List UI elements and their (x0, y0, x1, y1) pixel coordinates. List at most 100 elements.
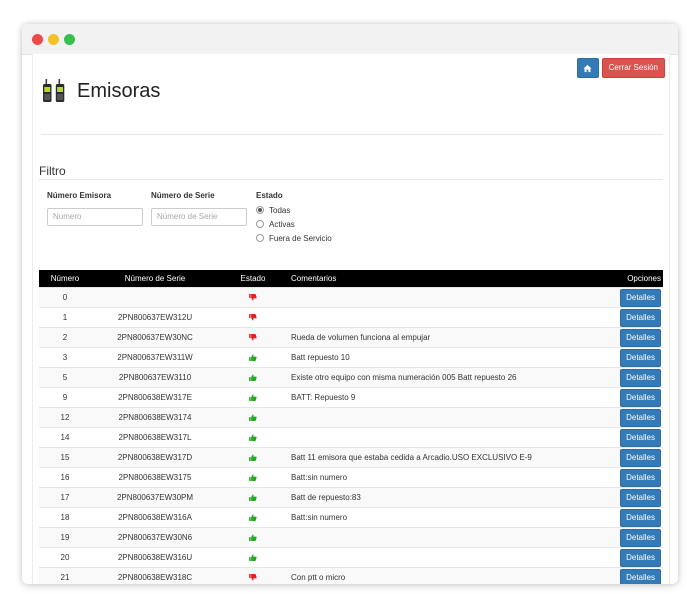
cell-comentario: BATT: Repuesto 9 (287, 387, 617, 408)
minimize-window-button[interactable] (48, 34, 59, 45)
cell-comentario: Existe otro equipo con misma numeración … (287, 367, 617, 388)
cell-opciones: Detalles (616, 507, 663, 528)
thumbs-up-icon (249, 474, 257, 482)
cell-serie: 2PN800638EW3175 (91, 467, 219, 488)
cell-numero: 3 (39, 347, 91, 368)
cell-numero: 2 (39, 327, 91, 348)
estado-option-todas[interactable]: Todas (256, 203, 332, 217)
cell-numero: 18 (39, 507, 91, 528)
radio-label: Fuera de Servicio (269, 233, 332, 243)
cell-serie: 2PN800637EW311W (91, 347, 219, 368)
estado-option-fuera-de-servicio[interactable]: Fuera de Servicio (256, 231, 332, 245)
detalles-button[interactable]: Detalles (620, 368, 661, 387)
cell-serie: 2PN800638EW317E (91, 387, 219, 408)
cell-comentario: Rueda de volumen funciona al empujar (287, 327, 617, 348)
cell-numero: 9 (39, 387, 91, 408)
page-title: Emisoras (77, 79, 161, 102)
cell-estado (219, 327, 287, 348)
detalles-button[interactable]: Detalles (620, 568, 661, 584)
cell-comentario (287, 527, 617, 548)
table-row: 20 2PN800638EW316U Detalles (39, 547, 663, 568)
cell-numero: 5 (39, 367, 91, 388)
cell-opciones: Detalles (616, 467, 663, 488)
thumbs-up-icon (249, 494, 257, 502)
logout-button[interactable]: Cerrar Sesión (601, 58, 665, 78)
cell-comentario (287, 307, 617, 328)
filter-divider (39, 179, 663, 180)
thumbs-down-icon (249, 574, 257, 582)
column-header-numero[interactable]: Número (39, 270, 91, 288)
cell-estado (219, 507, 287, 528)
detalles-button[interactable]: Detalles (620, 448, 661, 467)
numero-emisora-input[interactable] (47, 207, 143, 226)
detalles-button[interactable]: Detalles (620, 388, 661, 407)
filter-numero-serie: Número de Serie (151, 191, 247, 226)
table-header-row: Número Número de Serie Estado Comentario… (39, 270, 663, 288)
cell-serie: 2PN800638EW317L (91, 427, 219, 448)
cell-estado (219, 427, 287, 448)
thumbs-up-icon (249, 374, 257, 382)
thumbs-up-icon (249, 434, 257, 442)
cell-estado (219, 487, 287, 508)
cell-numero: 20 (39, 547, 91, 568)
cell-opciones: Detalles (616, 287, 663, 308)
cell-comentario: Con ptt o micro (287, 567, 617, 584)
radio-button[interactable] (256, 220, 264, 228)
numero-emisora-label: Número Emisora (47, 191, 112, 200)
home-button[interactable] (576, 58, 599, 78)
emisoras-table: Número Número de Serie Estado Comentario… (39, 270, 663, 584)
cell-numero: 12 (39, 407, 91, 428)
detalles-button[interactable]: Detalles (620, 308, 661, 327)
thumbs-down-icon (249, 294, 257, 302)
column-header-comentarios[interactable]: Comentarios (287, 270, 617, 288)
detalles-button[interactable]: Detalles (620, 288, 661, 307)
cell-serie: 2PN800638EW3174 (91, 407, 219, 428)
cell-estado (219, 287, 287, 308)
cell-serie (91, 287, 219, 308)
detalles-button[interactable]: Detalles (620, 488, 661, 507)
estado-option-activas[interactable]: Activas (256, 217, 332, 231)
cell-comentario: Batt repuesto 10 (287, 347, 617, 368)
cell-estado (219, 387, 287, 408)
column-header-serie[interactable]: Número de Serie (91, 270, 219, 288)
table-row: 15 2PN800638EW317D Batt 11 emisora que est… (39, 447, 663, 468)
top-buttons: Cerrar Sesión (576, 58, 665, 78)
cell-numero: 14 (39, 427, 91, 448)
numero-serie-input[interactable] (151, 207, 247, 226)
radio-button[interactable] (256, 234, 264, 242)
table-row: 1 2PN800637EW312U Detalles (39, 307, 663, 328)
detalles-button[interactable]: Detalles (620, 348, 661, 367)
table-row: 14 2PN800638EW317L Detalles (39, 427, 663, 448)
table-row: 9 2PN800638EW317E BATT: Repuesto 9 Detalles (39, 387, 663, 408)
detalles-button[interactable]: Detalles (620, 428, 661, 447)
cell-estado (219, 307, 287, 328)
estado-label: Estado (256, 191, 283, 200)
filter-estado: Estado Todas Activas Fuera de Servicio (256, 191, 332, 245)
radio-button[interactable] (256, 206, 264, 214)
close-window-button[interactable] (32, 34, 43, 45)
detalles-button[interactable]: Detalles (620, 468, 661, 487)
cell-numero: 1 (39, 307, 91, 328)
detalles-button[interactable]: Detalles (620, 548, 661, 567)
column-header-opciones: Opciones (616, 270, 663, 288)
cell-opciones: Detalles (616, 347, 663, 368)
column-header-estado[interactable]: Estado (219, 270, 287, 288)
table-row: 21 2PN800638EW318C Con ptt o micro Detalles (39, 567, 663, 584)
cell-serie: 2PN800638EW318C (91, 567, 219, 584)
cell-opciones: Detalles (616, 387, 663, 408)
detalles-button[interactable]: Detalles (620, 508, 661, 527)
cell-comentario (287, 427, 617, 448)
cell-numero: 21 (39, 567, 91, 584)
cell-opciones: Detalles (616, 567, 663, 584)
detalles-button[interactable]: Detalles (620, 528, 661, 547)
maximize-window-button[interactable] (64, 34, 75, 45)
cell-opciones: Detalles (616, 487, 663, 508)
cell-serie: 2PN800637EW30NC (91, 327, 219, 348)
cell-estado (219, 467, 287, 488)
radio-label: Todas (269, 205, 291, 215)
cell-opciones: Detalles (616, 407, 663, 428)
detalles-button[interactable]: Detalles (620, 408, 661, 427)
cell-comentario: Batt:sin numero (287, 507, 617, 528)
cell-estado (219, 547, 287, 568)
detalles-button[interactable]: Detalles (620, 328, 661, 347)
